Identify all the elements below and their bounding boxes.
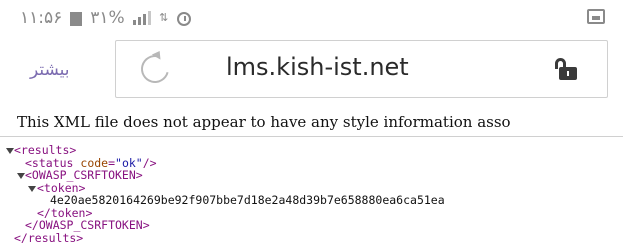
xml-style-notice: This XML file does not appear to have an… <box>0 110 623 137</box>
more-menu-button[interactable]: بیشتر <box>30 60 70 80</box>
xml-line-owasp-close: </OWASP_CSRFTOKEN> <box>0 219 623 232</box>
signal-icon <box>132 11 151 25</box>
xml-tag: </results> <box>14 230 84 245</box>
xml-line-token-value: 4e20ae5820164269be92f907bbe7d18e2a48d39b… <box>0 194 623 207</box>
address-bar: بیشتر lms.kish-ist.net <box>0 38 623 100</box>
url-field[interactable]: lms.kish-ist.net <box>115 40 608 98</box>
reload-icon[interactable] <box>135 49 175 89</box>
unlocked-lock-icon[interactable] <box>553 58 577 80</box>
browser-screen: ۱۱:۵۶ ۳۱% ⇅ بیشتر lms.kish-ist.net This … <box>0 0 623 251</box>
url-text[interactable]: lms.kish-ist.net <box>226 53 409 81</box>
collapse-toggle-icon[interactable] <box>6 148 14 154</box>
clock: ۱۱:۵۶ <box>20 8 63 28</box>
xml-tag: <OWASP_CSRFTOKEN> <box>25 168 143 182</box>
data-transfer-icon: ⇅ <box>159 11 169 24</box>
xml-line-results-close: </results> <box>0 230 623 245</box>
xml-line-owasp-open: <OWASP_CSRFTOKEN> <box>0 169 623 182</box>
xml-tree: <results> <status code="ok"/> <OWASP_CSR… <box>0 144 623 244</box>
screenshot-icon <box>587 9 605 24</box>
xml-tag: </OWASP_CSRFTOKEN> <box>25 218 150 232</box>
xml-tag: /> <box>142 155 157 170</box>
collapse-toggle-icon[interactable] <box>28 185 36 192</box>
status-bar: ۱۱:۵۶ ۳۱% ⇅ <box>0 0 623 36</box>
csrf-token-value: 4e20ae5820164269be92f907bbe7d18e2a48d39b… <box>50 193 445 207</box>
battery-icon <box>70 12 83 26</box>
collapse-toggle-icon[interactable] <box>17 173 25 179</box>
alarm-icon <box>176 12 191 26</box>
xml-style-notice-text: This XML file does not appear to have an… <box>17 113 511 131</box>
battery-level: ۳۱% <box>90 8 125 28</box>
status-indicators: ۱۱:۵۶ ۳۱% ⇅ <box>20 8 191 28</box>
